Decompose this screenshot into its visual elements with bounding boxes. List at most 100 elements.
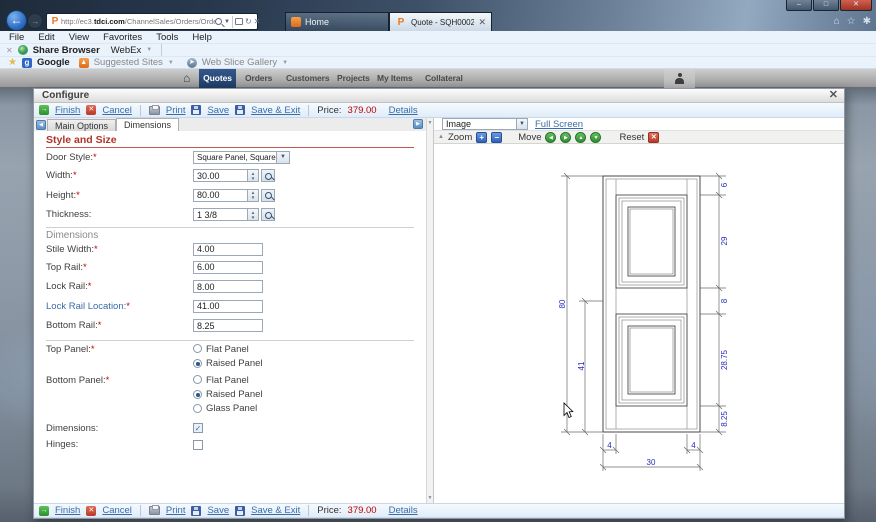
refresh-icon[interactable]: ↻: [245, 17, 252, 26]
width-label: Width:*: [46, 170, 193, 181]
move-down-button[interactable]: ▼: [590, 132, 601, 143]
door-style-select[interactable]: Square Panel, Square Top: [193, 151, 277, 164]
address-bar[interactable]: P http://ec3.tdci.com/ChannelSales/Order…: [46, 13, 258, 30]
share-browser-button[interactable]: Share Browser: [33, 45, 100, 56]
reset-button[interactable]: ✕: [648, 132, 659, 143]
nav-tab-customers[interactable]: Customers: [286, 69, 330, 88]
minimize-button[interactable]: –: [786, 0, 812, 11]
tab-scroll-left-icon[interactable]: ◀: [36, 120, 46, 130]
print-button[interactable]: Print: [166, 105, 186, 116]
nav-tab-projects[interactable]: Projects: [337, 69, 370, 88]
tab-dimensions[interactable]: Dimensions: [116, 118, 179, 131]
save-exit-button[interactable]: Save & Exit: [251, 105, 300, 116]
menu-view[interactable]: View: [69, 32, 89, 43]
menu-edit[interactable]: Edit: [38, 32, 54, 43]
thickness-lookup-icon[interactable]: [261, 208, 275, 221]
maximize-button[interactable]: □: [813, 0, 839, 11]
bottom-panel-glass-radio[interactable]: [193, 404, 202, 413]
height-lookup-icon[interactable]: [261, 189, 275, 202]
save-exit-button-bottom[interactable]: Save & Exit: [251, 505, 300, 516]
zoom-out-button[interactable]: −: [491, 132, 502, 143]
browser-tab-quote[interactable]: P Quote - SQH000211-1 - Cha... ✕: [389, 12, 492, 31]
width-input[interactable]: [193, 169, 248, 182]
forward-button[interactable]: →: [27, 13, 43, 29]
height-spinner[interactable]: ▲▼: [248, 189, 259, 202]
search-icon[interactable]: [215, 18, 222, 25]
favorites-star-icon[interactable]: ☆: [847, 16, 856, 27]
bottom-panel-raised-radio[interactable]: [193, 390, 202, 399]
splitter-top-icon[interactable]: ▼: [427, 120, 433, 126]
app-home-icon[interactable]: ⌂: [183, 71, 190, 85]
favorite-web-slice-gallery[interactable]: Web Slice Gallery: [202, 57, 277, 68]
lock-rail-location-input[interactable]: [193, 300, 263, 313]
favorite-google[interactable]: Google: [37, 57, 70, 68]
site-favicon: P: [49, 16, 61, 27]
tools-gear-icon[interactable]: ✱: [863, 16, 871, 27]
view-select-dropdown-icon[interactable]: ▼: [517, 118, 528, 130]
height-input[interactable]: [193, 189, 248, 202]
width-lookup-icon[interactable]: [261, 169, 275, 182]
collapse-icon[interactable]: ▲: [438, 134, 444, 140]
dimensions-checkbox[interactable]: ✓: [193, 423, 203, 433]
browser-tab-home[interactable]: Home: [285, 12, 389, 31]
cancel-button-bottom[interactable]: Cancel: [102, 505, 132, 516]
zoom-in-button[interactable]: +: [476, 132, 487, 143]
menu-help[interactable]: Help: [192, 32, 212, 43]
user-button[interactable]: [664, 69, 695, 88]
bottom-rail-input[interactable]: [193, 319, 263, 332]
details-button[interactable]: Details: [389, 105, 418, 116]
thickness-input[interactable]: [193, 208, 248, 221]
cancel-button[interactable]: Cancel: [102, 105, 132, 116]
window-controls: – □ ✕: [785, 0, 872, 11]
door-style-dropdown-icon[interactable]: ▼: [277, 151, 290, 164]
menu-tools[interactable]: Tools: [156, 32, 178, 43]
stile-width-label: Stile Width:*: [46, 244, 193, 255]
lock-rail-input[interactable]: [193, 280, 263, 293]
hinges-checkbox[interactable]: [193, 440, 203, 450]
splitter-bottom-icon[interactable]: ▼: [427, 495, 433, 501]
bottom-panel-flat-radio[interactable]: [193, 375, 202, 384]
toolbar-close-icon[interactable]: ✕: [6, 46, 13, 55]
finish-button[interactable]: Finish: [55, 105, 80, 116]
top-panel-raised-radio[interactable]: [193, 359, 202, 368]
top-panel-flat-radio[interactable]: [193, 344, 202, 353]
compatibility-icon[interactable]: [235, 18, 243, 25]
dim-lock-rail: 8: [720, 298, 729, 303]
move-up-button[interactable]: ▲: [575, 132, 586, 143]
move-left-button[interactable]: ◀: [545, 132, 556, 143]
nav-tab-orders[interactable]: Orders: [245, 69, 272, 88]
lock-rail-label: Lock Rail:*: [46, 281, 193, 292]
save-button[interactable]: Save: [207, 105, 229, 116]
webex-button[interactable]: WebEx: [111, 45, 141, 56]
menu-file[interactable]: File: [9, 32, 24, 43]
view-select[interactable]: Image: [442, 118, 517, 130]
nav-tab-my-items[interactable]: My Items: [377, 69, 413, 88]
back-button[interactable]: ←: [6, 10, 27, 31]
panel-splitter[interactable]: ▼ ▼: [426, 118, 434, 503]
home-icon[interactable]: ⌂: [834, 16, 840, 27]
details-button-bottom[interactable]: Details: [389, 505, 418, 516]
finish-button-bottom[interactable]: Finish: [55, 505, 80, 516]
width-spinner[interactable]: ▲▼: [248, 169, 259, 182]
nav-tab-quotes[interactable]: Quotes: [199, 69, 236, 88]
tab-scroll-right-icon[interactable]: ▶: [413, 119, 423, 129]
close-button[interactable]: ✕: [840, 0, 872, 11]
tab-main-options[interactable]: Main Options: [47, 119, 116, 131]
thickness-spinner[interactable]: ▲▼: [248, 208, 259, 221]
lock-rail-location-label[interactable]: Lock Rail Location:*: [46, 301, 193, 312]
stile-width-input[interactable]: [193, 243, 263, 256]
save-button-bottom[interactable]: Save: [207, 505, 229, 516]
full-screen-link[interactable]: Full Screen: [535, 119, 583, 130]
menu-favorites[interactable]: Favorites: [103, 32, 142, 43]
dialog-close-icon[interactable]: ✕: [829, 89, 838, 102]
url-dropdown-icon[interactable]: ▼: [224, 19, 230, 25]
nav-tab-collateral[interactable]: Collateral: [425, 69, 463, 88]
add-favorite-icon[interactable]: ★: [8, 57, 17, 68]
top-rail-input[interactable]: [193, 261, 263, 274]
stop-icon[interactable]: ✕: [254, 17, 261, 26]
dim-lock-rail-location: 41: [577, 361, 586, 370]
tab-close-icon[interactable]: ✕: [478, 17, 486, 28]
favorite-suggested-sites[interactable]: Suggested Sites: [94, 57, 163, 68]
print-button-bottom[interactable]: Print: [166, 505, 186, 516]
move-right-button[interactable]: ▶: [560, 132, 571, 143]
